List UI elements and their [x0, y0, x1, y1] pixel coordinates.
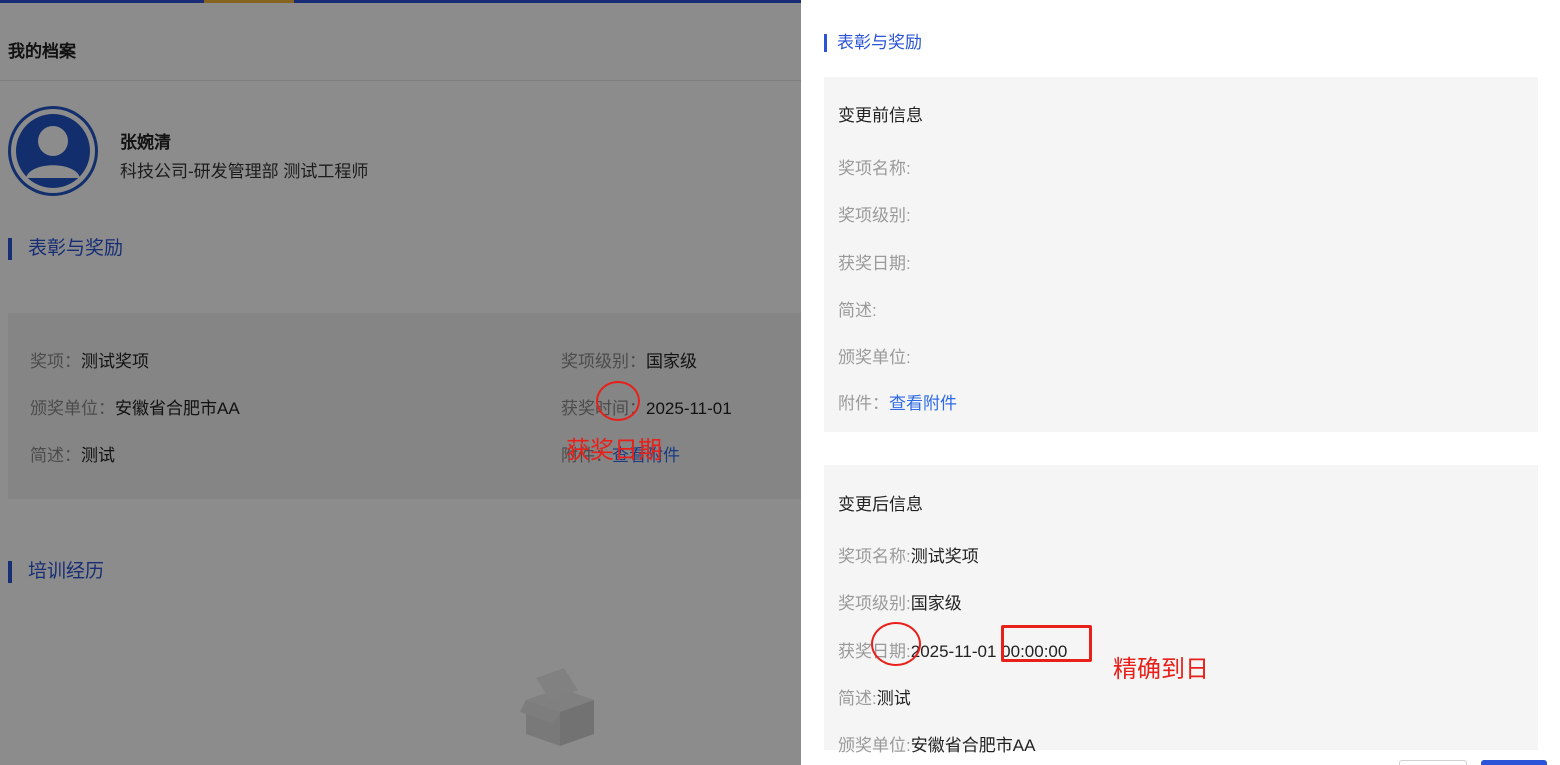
after-level-value: 国家级 [910, 594, 962, 613]
profile-page: 我的档案 张婉清 科技公司-研发管理部 测试工程师 表彰与奖励 奖项：测试奖项 … [0, 0, 801, 765]
before-desc-label: 简述: [838, 301, 877, 320]
before-date-row: 获奖日期: [838, 249, 911, 274]
before-unit-row: 颁奖单位: [838, 343, 911, 368]
detail-drawer: 表彰与奖励 变更前信息 奖项名称: 奖项级别: 获奖日期: 简述: 颁奖单位: … [801, 0, 1560, 765]
after-info-block: 变更后信息 奖项名称:测试奖项 奖项级别:国家级 获奖日期:2025-11-01… [824, 465, 1538, 755]
after-unit-label: 颁奖单位: [838, 736, 911, 755]
before-attachment-label: 附件： [838, 394, 889, 413]
before-desc-row: 简述: [838, 296, 877, 321]
after-level-row: 奖项级别:国家级 [838, 589, 962, 614]
after-unit-value: 安徽省合肥市AA [910, 736, 1036, 755]
annotation-note-left: 获奖日期 [566, 437, 662, 464]
before-date-label: 获奖日期: [838, 254, 911, 273]
before-attachment-row: 附件：查看附件 [838, 389, 957, 414]
before-heading: 变更前信息 [838, 106, 923, 125]
before-unit-label: 颁奖单位: [838, 348, 911, 367]
after-desc-label: 简述: [838, 689, 877, 708]
after-name-row: 奖项名称:测试奖项 [838, 542, 979, 567]
after-desc-value: 测试 [876, 689, 911, 708]
annotation-circle-date [871, 622, 921, 666]
cancel-button[interactable] [1399, 760, 1467, 765]
after-name-label: 奖项名称: [838, 547, 911, 566]
confirm-button[interactable] [1481, 760, 1547, 765]
drawer-title: 表彰与奖励 [824, 32, 922, 54]
after-desc-row: 简述:测试 [838, 684, 911, 709]
annotation-rect-time [1001, 625, 1092, 662]
before-level-label: 奖项级别: [838, 206, 911, 225]
before-info-block: 变更前信息 奖项名称: 奖项级别: 获奖日期: 简述: 颁奖单位: 附件：查看附… [824, 77, 1538, 432]
annotation-note-right: 精确到日 [1113, 656, 1209, 683]
after-heading: 变更后信息 [838, 495, 923, 514]
before-name-row: 奖项名称: [838, 154, 911, 179]
modal-overlay[interactable] [0, 0, 801, 765]
after-date-value: 2025-11-01 [910, 642, 997, 661]
before-view-attachment-link[interactable]: 查看附件 [889, 394, 957, 413]
before-name-label: 奖项名称: [838, 159, 911, 178]
after-level-label: 奖项级别: [838, 594, 911, 613]
annotation-circle [596, 381, 640, 421]
after-unit-row: 颁奖单位:安徽省合肥市AA [838, 731, 1035, 756]
before-level-row: 奖项级别: [838, 201, 911, 226]
after-name-value: 测试奖项 [910, 547, 979, 566]
